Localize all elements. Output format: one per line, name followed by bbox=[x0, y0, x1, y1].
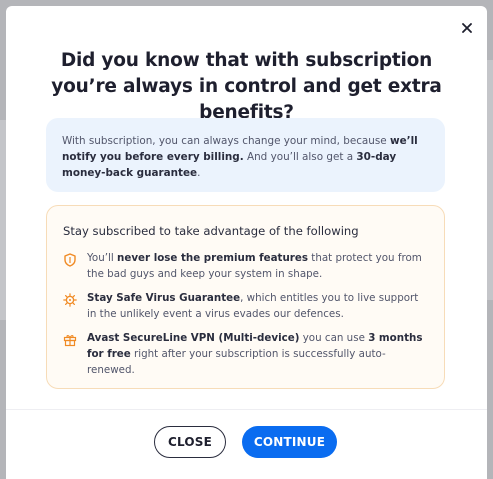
subscription-modal: Did you know that with subscription you’… bbox=[6, 6, 487, 479]
benefit-text: You’ll bbox=[87, 252, 118, 264]
benefit-bold-text: Avast SecureLine VPN (Multi-device) bbox=[87, 332, 300, 344]
info-text-3: . bbox=[197, 167, 201, 179]
benefit-item: Stay Safe Virus Guarantee, which entitle… bbox=[63, 290, 428, 322]
shield-icon bbox=[63, 252, 77, 267]
benefit-bold-text: never lose the premium features bbox=[117, 252, 309, 264]
backdrop-panel-right bbox=[487, 60, 493, 300]
benefits-box: Stay subscribed to take advantage of the… bbox=[46, 205, 445, 389]
close-icon[interactable] bbox=[459, 20, 475, 36]
footer-divider bbox=[6, 409, 487, 410]
info-text: With subscription, you can always change… bbox=[62, 135, 390, 147]
benefit-text: you can use bbox=[299, 332, 369, 344]
benefit-bold-text: Stay Safe Virus Guarantee bbox=[87, 292, 241, 304]
modal-title: Did you know that with subscription you’… bbox=[51, 50, 442, 123]
benefits-title: Stay subscribed to take advantage of the… bbox=[63, 224, 359, 238]
close-button[interactable]: CLOSE bbox=[154, 426, 226, 458]
gift-icon bbox=[63, 332, 77, 347]
info-box: With subscription, you can always change… bbox=[46, 118, 445, 192]
virus-icon bbox=[63, 292, 77, 307]
benefit-item: You’ll never lose the premium features t… bbox=[63, 250, 428, 282]
benefit-item: Avast SecureLine VPN (Multi-device) you … bbox=[63, 330, 428, 378]
info-text-2: And you’ll also get a bbox=[243, 151, 357, 163]
benefit-text: right after your subscription is success… bbox=[87, 348, 386, 376]
continue-button[interactable]: CONTINUE bbox=[242, 426, 337, 458]
